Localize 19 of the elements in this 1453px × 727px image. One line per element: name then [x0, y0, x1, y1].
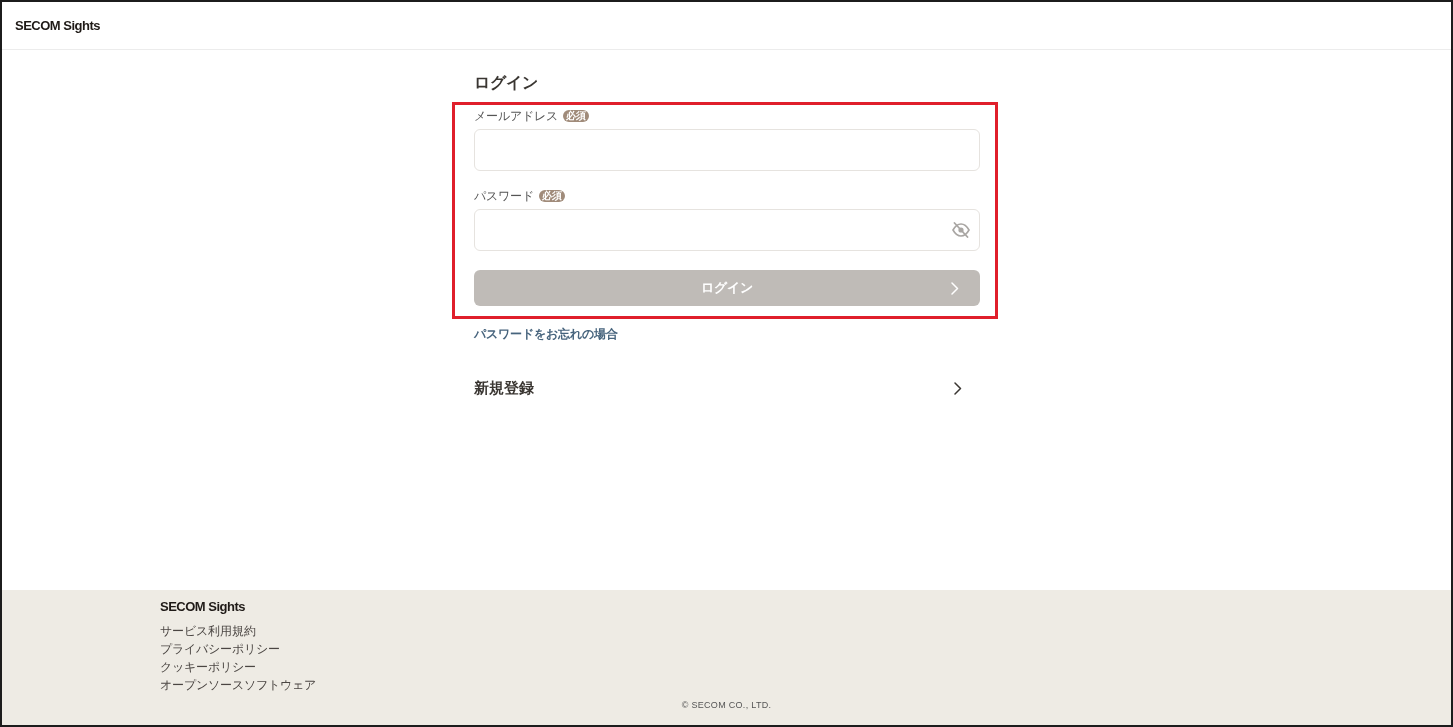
eye-slash-icon[interactable] — [951, 222, 970, 238]
field-label: パスワード — [473, 188, 534, 205]
page-title: ログイン — [473, 73, 538, 93]
footer-link[interactable]: プライバシーポリシー — [160, 640, 280, 658]
footer-link[interactable]: サービス利用規約 — [160, 622, 256, 640]
email-field[interactable] — [473, 129, 980, 171]
logo-text[interactable]: SECOM Sights — [160, 598, 245, 616]
chevron-right-icon — [950, 281, 959, 295]
footer-link[interactable]: クッキーポリシー — [160, 658, 256, 676]
logo-text[interactable]: SECOM Sights — [15, 16, 100, 35]
footer-link[interactable]: オープンソースソフトウェア — [160, 676, 316, 694]
required-badge: 必須 — [538, 190, 565, 202]
forgot-password-link[interactable]: パスワードをお忘れの場合 — [473, 325, 618, 343]
field-label: メールアドレス — [473, 108, 558, 125]
password-field[interactable] — [473, 209, 980, 251]
register-link[interactable]: 新規登録 — [473, 377, 980, 399]
copyright-text: © SECOM CO., LTD. — [681, 699, 772, 711]
required-badge: 必須 — [562, 110, 589, 122]
chevron-right-icon — [953, 381, 962, 395]
